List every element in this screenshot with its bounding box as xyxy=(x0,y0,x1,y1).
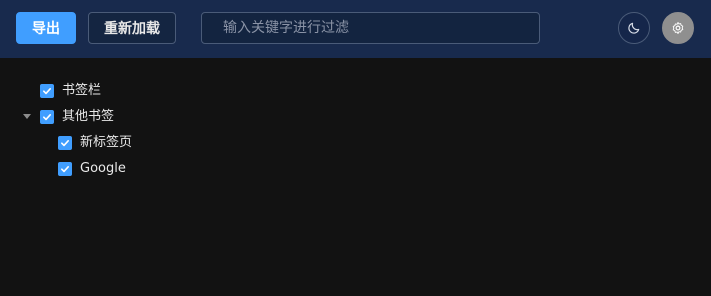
check-icon xyxy=(43,88,51,95)
checkbox[interactable] xyxy=(40,110,54,124)
check-icon xyxy=(61,140,69,147)
tree-item-label: Google xyxy=(80,161,126,176)
moon-icon xyxy=(628,22,640,34)
checkbox[interactable] xyxy=(58,136,72,150)
tree-item-label: 新标签页 xyxy=(80,135,133,150)
filter-search-box xyxy=(201,12,540,44)
check-icon xyxy=(61,166,69,173)
filter-input[interactable] xyxy=(221,19,525,37)
theme-toggle-button[interactable] xyxy=(618,12,650,44)
export-button[interactable]: 导出 xyxy=(16,12,76,44)
tree-item-new-tab[interactable]: 新标签页 xyxy=(58,132,132,154)
tree-item-google[interactable]: Google xyxy=(58,158,126,180)
reload-button[interactable]: 重新加载 xyxy=(88,12,176,44)
checkbox[interactable] xyxy=(58,162,72,176)
tree-item-label: 书签栏 xyxy=(62,83,102,98)
checkbox[interactable] xyxy=(40,84,54,98)
settings-button[interactable] xyxy=(662,12,694,44)
expand-caret-icon[interactable] xyxy=(23,114,31,119)
tree-item-bookmarks-bar[interactable]: 书签栏 xyxy=(40,80,101,102)
tree-item-label: 其他书签 xyxy=(62,109,115,124)
top-toolbar: 导出 重新加载 xyxy=(0,0,711,58)
gear-icon xyxy=(672,21,684,35)
check-icon xyxy=(43,114,51,121)
tree-item-other-bookmarks[interactable]: 其他书签 xyxy=(23,106,115,128)
